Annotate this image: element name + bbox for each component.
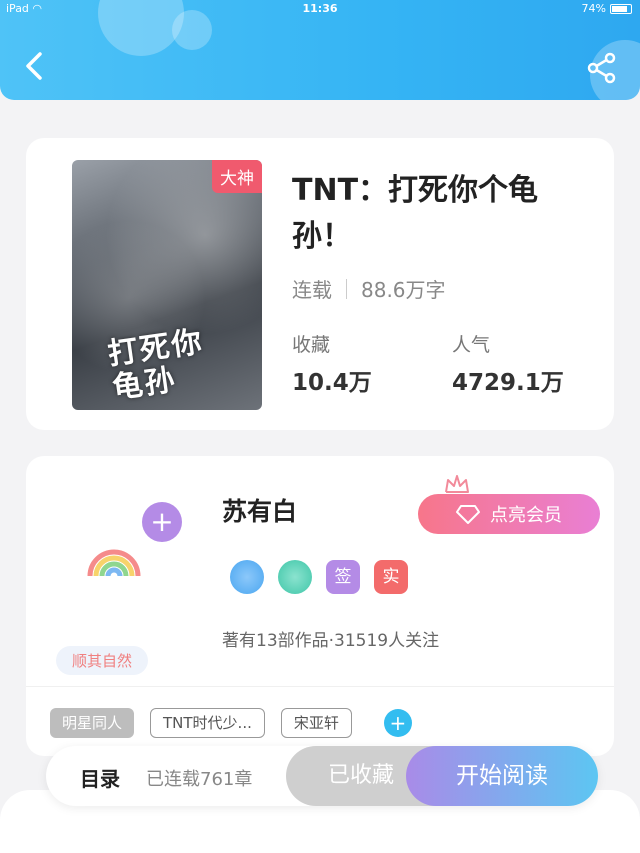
stat-value: 10.4万	[292, 370, 372, 396]
battery-percent: 74%	[581, 2, 606, 15]
meta-divider	[346, 278, 347, 299]
follow-author-button[interactable]: +	[142, 502, 182, 542]
battery-icon	[610, 3, 632, 14]
back-chevron-icon[interactable]	[20, 48, 50, 84]
signed-badge[interactable]: 签	[326, 560, 360, 594]
battery-status: 74%	[582, 2, 632, 15]
stat-label: 人气	[452, 334, 491, 356]
toc-button[interactable]: 目录	[80, 763, 120, 792]
book-info-card: 大神 打死你龟孙 TNT：打死你个龟孙！ 连载 88.6万字 收藏 10.4万 …	[26, 138, 614, 430]
status-time: 11:36	[302, 2, 338, 15]
verified-badge[interactable]: 实	[374, 560, 408, 594]
book-title: TNT：打死你个龟孙！	[292, 173, 539, 254]
vip-activate-button[interactable]: 点亮会员	[418, 494, 600, 534]
share-icon[interactable]	[586, 52, 618, 84]
bottom-action-bar: 目录 已连载761章 已收藏 开始阅读	[46, 746, 598, 806]
stat-label: 收藏	[292, 334, 331, 356]
book-cover[interactable]: 大神 打死你龟孙	[72, 160, 262, 410]
author-name[interactable]: 苏有白	[222, 492, 297, 528]
diamond-icon	[456, 505, 480, 524]
tag-chip[interactable]: 明星同人	[50, 708, 135, 738]
divider	[26, 686, 614, 687]
stat-favorites: 收藏 10.4万	[292, 330, 372, 397]
serial-status: 连载	[292, 278, 332, 302]
add-tag-button[interactable]: +	[383, 709, 412, 737]
chapter-status[interactable]: 已连载761章	[146, 765, 252, 791]
cover-tag: 大神	[212, 160, 262, 193]
rainbow-avatar-icon[interactable]	[86, 542, 142, 578]
book-meta: 连载 88.6万字	[292, 274, 446, 303]
vip-label: 点亮会员	[490, 505, 562, 526]
phone-medal-icon[interactable]	[230, 560, 264, 594]
author-mood-badge: 顺其自然	[56, 646, 149, 675]
handshake-medal-icon[interactable]	[278, 560, 312, 594]
header: iPad ◠ 11:36 74%	[0, 0, 640, 100]
tag-chip[interactable]: TNT时代少...	[150, 708, 265, 738]
start-reading-button[interactable]: 开始阅读	[406, 746, 598, 806]
stat-popularity: 人气 4729.1万	[452, 330, 564, 397]
author-badges: 签 实	[230, 560, 408, 594]
tag-chip[interactable]: 宋亚轩	[280, 708, 352, 738]
book-tags: 明星同人 TNT时代少... 宋亚轩 +	[50, 708, 412, 738]
stat-value: 4729.1万	[452, 370, 564, 396]
crown-icon	[445, 475, 469, 493]
author-info: 著有13部作品·31519人关注	[222, 631, 440, 651]
word-count: 88.6万字	[361, 278, 446, 302]
status-bar: iPad ◠ 11:36 74%	[0, 0, 640, 18]
